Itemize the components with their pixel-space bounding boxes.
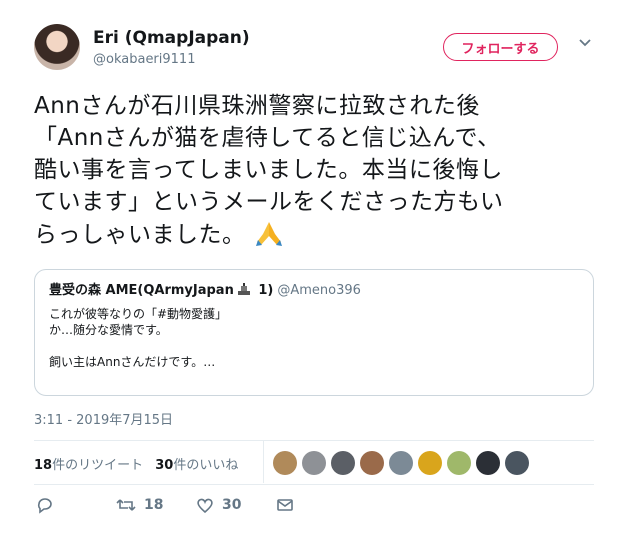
quoted-author-name[interactable]: 豊受の森 AME(QArmyJapan 1)	[49, 283, 273, 298]
retweets-stat[interactable]: 18件のリツイート	[34, 458, 143, 473]
ship-icon	[237, 283, 250, 295]
divider-bottom	[34, 484, 594, 485]
author-handle[interactable]: @okabaeri9111	[93, 52, 195, 67]
retweet-button[interactable]: 18	[116, 496, 163, 514]
liker-avatar[interactable]	[302, 451, 326, 475]
liker-avatar[interactable]	[447, 451, 471, 475]
liker-avatar[interactable]	[389, 451, 413, 475]
envelope-icon	[277, 499, 293, 511]
liker-avatar[interactable]	[331, 451, 355, 475]
quoted-author-name-suffix: 1)	[253, 283, 274, 298]
stats-separator	[263, 441, 264, 483]
follow-button[interactable]: フォローする	[443, 33, 558, 61]
likes-stat[interactable]: 30件のいいね	[155, 458, 238, 473]
tweet-text: Annさんが石川県珠洲警察に拉致された後 「Annさんが猫を虐待してると信じ込ん…	[34, 90, 594, 251]
quoted-tweet-header: 豊受の森 AME(QArmyJapan 1) @Ameno396	[49, 282, 579, 302]
quoted-tweet[interactable]: 豊受の森 AME(QArmyJapan 1) @Ameno396 これが彼等なりの…	[34, 269, 594, 396]
liker-avatars	[273, 451, 529, 475]
liker-avatar[interactable]	[273, 451, 297, 475]
engagement-stats: 18件のリツイート 30件のいいね	[34, 454, 238, 473]
liker-avatar[interactable]	[505, 451, 529, 475]
direct-message-button[interactable]	[276, 496, 294, 514]
reply-icon	[37, 498, 52, 514]
retweet-icon	[116, 499, 136, 511]
tweet-timestamp[interactable]: 3:11 - 2019年7月15日	[34, 409, 173, 428]
author-name[interactable]: Eri (QmapJapan)	[93, 28, 250, 48]
like-count: 30	[222, 497, 242, 513]
folded-hands-icon	[255, 222, 282, 246]
liker-avatar[interactable]	[476, 451, 500, 475]
quoted-author-handle[interactable]: @Ameno396	[277, 283, 361, 298]
divider-top	[34, 440, 594, 441]
reply-button[interactable]	[36, 496, 54, 514]
liker-avatar[interactable]	[360, 451, 384, 475]
like-button[interactable]: 30	[196, 496, 241, 514]
chevron-down-icon[interactable]	[578, 36, 592, 50]
retweet-count: 18	[144, 497, 164, 513]
author-avatar[interactable]	[34, 24, 80, 70]
heart-icon	[197, 498, 213, 514]
quoted-author-name-prefix: 豊受の森 AME(QArmyJapan	[49, 283, 234, 298]
liker-avatar[interactable]	[418, 451, 442, 475]
quoted-tweet-body: これが彼等なりの「#動物愛護」 か…随分な愛情です。 飼い主はAnnさんだけです…	[49, 307, 228, 369]
